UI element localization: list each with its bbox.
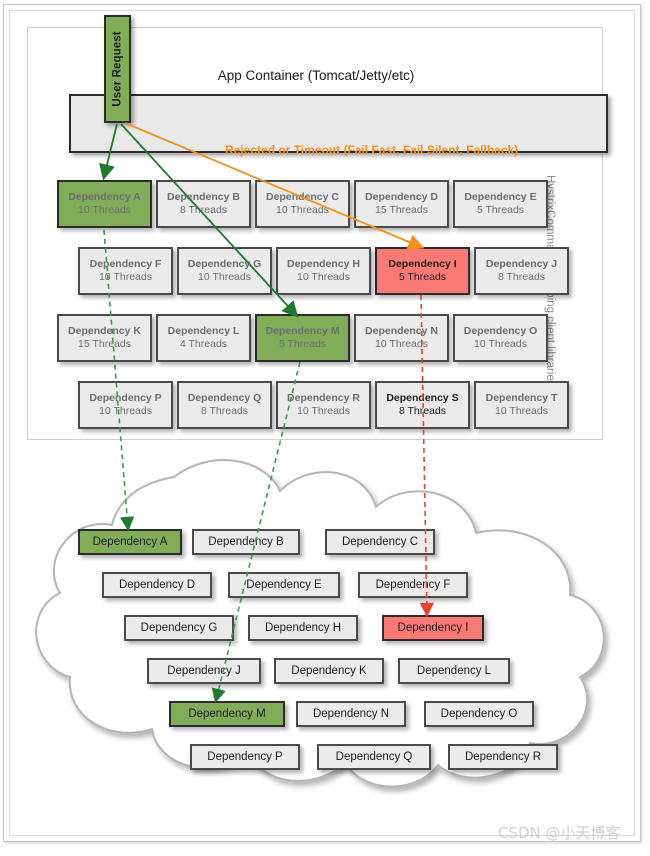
thread-pool-box: Dependency M5 Threads bbox=[255, 314, 350, 362]
cloud-service-box: Dependency E bbox=[228, 572, 340, 598]
thread-pool-threads: 5 Threads bbox=[278, 338, 327, 350]
thread-pool-threads: 10 Threads bbox=[198, 271, 251, 283]
thread-pool-name: Dependency N bbox=[365, 325, 438, 338]
thread-pool-name: Dependency F bbox=[89, 258, 162, 271]
thread-pool-name: Dependency A bbox=[68, 191, 141, 204]
cloud-service-box: Dependency M bbox=[169, 701, 285, 727]
thread-pool-name: Dependency G bbox=[187, 258, 262, 271]
cloud-service-box: Dependency F bbox=[358, 572, 468, 598]
thread-pool-threads: 15 Threads bbox=[78, 338, 131, 350]
thread-pool-box: Dependency B8 Threads bbox=[156, 180, 251, 228]
thread-pool-box: Dependency E5 Threads bbox=[453, 180, 548, 228]
cloud-service-box: Dependency B bbox=[192, 529, 300, 555]
thread-pool-box: Dependency P 10 Threads bbox=[78, 381, 173, 429]
cloud-service-box: Dependency I bbox=[382, 615, 484, 641]
thread-pool-name: Dependency H bbox=[287, 258, 360, 271]
thread-pool-box: Dependency R 10 Threads bbox=[276, 381, 371, 429]
cloud-service-box: Dependency Q bbox=[317, 744, 431, 770]
thread-pool-threads: 10 Threads bbox=[297, 405, 350, 417]
cloud-service-box: Dependency H bbox=[248, 615, 358, 641]
cloud-service-box: Dependency D bbox=[102, 572, 212, 598]
thread-pool-box: Dependency N 10 Threads bbox=[354, 314, 449, 362]
cloud-service-box: Dependency O bbox=[424, 701, 534, 727]
thread-pool-box: Dependency C 10 Threads bbox=[255, 180, 350, 228]
thread-pool-name: Dependency M bbox=[265, 325, 340, 338]
thread-pool-name: Dependency K bbox=[68, 325, 141, 338]
thread-pool-name: Dependency Q bbox=[187, 392, 262, 405]
thread-pool-threads: 8 Threads bbox=[179, 204, 228, 216]
thread-pool-box: Dependency Q8 Threads bbox=[177, 381, 272, 429]
thread-pool-box: Dependency H 10 Threads bbox=[276, 247, 371, 295]
thread-pool-name: Dependency C bbox=[266, 191, 339, 204]
cloud-service-box: Dependency G bbox=[124, 615, 234, 641]
cloud-service-box: Dependency J bbox=[147, 658, 261, 684]
thread-pool-name: Dependency O bbox=[463, 325, 538, 338]
thread-pool-name: Dependency L bbox=[167, 325, 240, 338]
thread-pool-box: Dependency F 10 Threads bbox=[78, 247, 173, 295]
network-cloud: Dependency A Dependency B Dependency C Depe… bbox=[14, 455, 624, 795]
thread-pool-threads: 10 Threads bbox=[495, 405, 548, 417]
thread-pool-box: Dependency A 10 Threads bbox=[57, 180, 152, 228]
rejected-or-timeout-label: Rejected or Timeout (Fail Fast, Fail Sil… bbox=[225, 143, 519, 157]
cloud-service-box: Dependency P bbox=[190, 744, 300, 770]
thread-pool-box: Dependency D 15 Threads bbox=[354, 180, 449, 228]
thread-pool-name: Dependency P bbox=[89, 392, 162, 405]
thread-pool-box: Dependency T 10 Threads bbox=[474, 381, 569, 429]
thread-pool-box: Dependency J8 Threads bbox=[474, 247, 569, 295]
thread-pool-box: Dependency L4 Threads bbox=[156, 314, 251, 362]
thread-pool-box: Dependency S8 Threads bbox=[375, 381, 470, 429]
thread-pool-name: Dependency B bbox=[167, 191, 240, 204]
thread-pool-name: Dependency T bbox=[485, 392, 558, 405]
user-request-box: User Request bbox=[104, 15, 131, 123]
thread-pool-threads: 5 Threads bbox=[476, 204, 525, 216]
thread-pool-name: Dependency I bbox=[388, 258, 457, 271]
cloud-service-box: Dependency N bbox=[296, 701, 406, 727]
thread-pool-threads: 5 Threads bbox=[398, 271, 447, 283]
thread-pool-box: Dependency O 10 Threads bbox=[453, 314, 548, 362]
thread-pool-threads: 10 Threads bbox=[99, 405, 152, 417]
thread-pool-box: Dependency I5 Threads bbox=[375, 247, 470, 295]
thread-pool-name: Dependency S bbox=[386, 392, 459, 405]
cloud-service-box: Dependency C bbox=[325, 529, 435, 555]
thread-pool-threads: 4 Threads bbox=[179, 338, 228, 350]
cloud-service-box: Dependency A bbox=[78, 529, 182, 555]
thread-pool-box: Dependency G 10 Threads bbox=[177, 247, 272, 295]
thread-pool-threads: 10 Threads bbox=[375, 338, 428, 350]
thread-pool-threads: 15 Threads bbox=[375, 204, 428, 216]
cloud-service-box: Dependency R bbox=[448, 744, 558, 770]
thread-pool-threads: 8 Threads bbox=[200, 405, 249, 417]
thread-pool-name: Dependency D bbox=[365, 191, 438, 204]
thread-pool-name: Dependency R bbox=[287, 392, 360, 405]
thread-pool-threads: 10 Threads bbox=[78, 204, 131, 216]
thread-pool-threads: 10 Threads bbox=[297, 271, 350, 283]
thread-pool-name: Dependency E bbox=[464, 191, 537, 204]
cloud-service-box: Dependency L bbox=[398, 658, 510, 684]
thread-pool-threads: 10 Threads bbox=[276, 204, 329, 216]
thread-pool-box: Dependency K 15 Threads bbox=[57, 314, 152, 362]
cloud-service-box: Dependency K bbox=[274, 658, 384, 684]
thread-pool-name: Dependency J bbox=[485, 258, 558, 271]
thread-pool-threads: 10 Threads bbox=[474, 338, 527, 350]
thread-pool-threads: 10 Threads bbox=[99, 271, 152, 283]
thread-pool-threads: 8 Threads bbox=[398, 405, 447, 417]
thread-pool-threads: 8 Threads bbox=[497, 271, 546, 283]
watermark: CSDN @小天博客 bbox=[498, 824, 621, 842]
user-request-label: User Request bbox=[111, 31, 124, 107]
